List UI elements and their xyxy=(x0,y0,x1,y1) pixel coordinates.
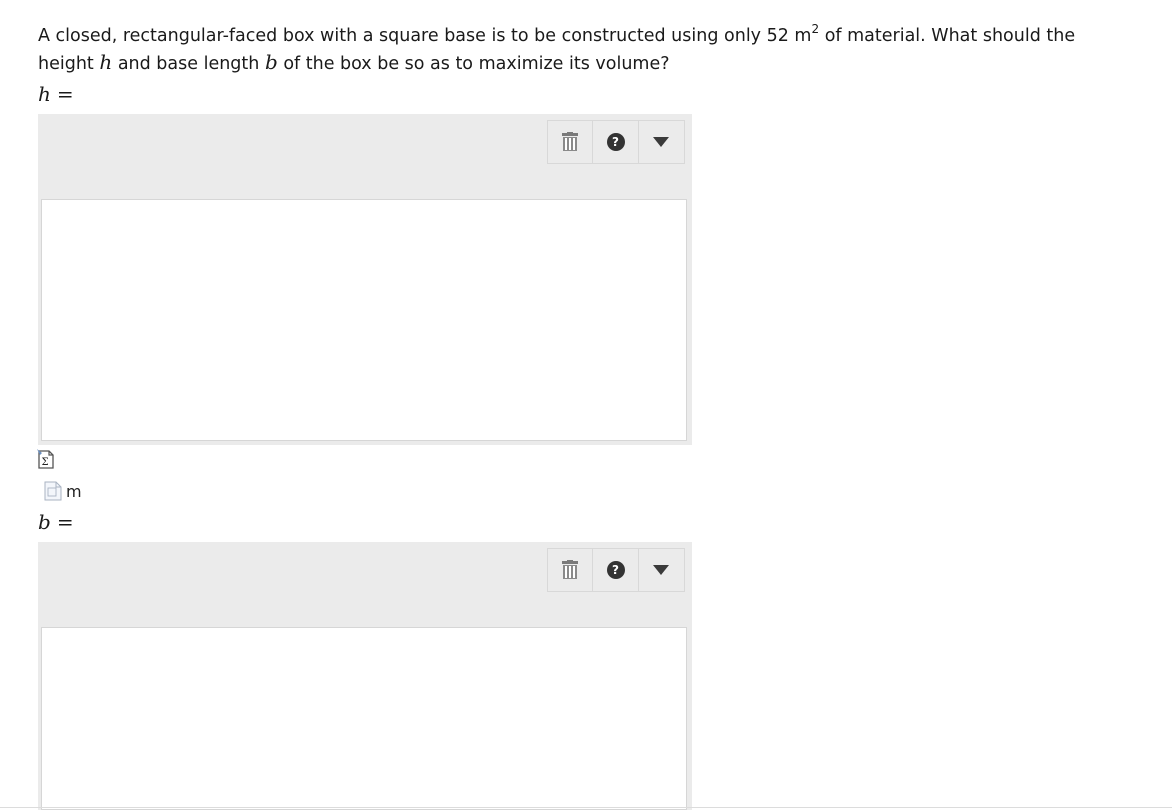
b-label: b = xyxy=(38,510,74,534)
h-answer-input[interactable] xyxy=(41,199,687,441)
b-answer-editor: ? xyxy=(38,542,692,810)
h-unit: m xyxy=(66,481,82,501)
question-part-3: and base length xyxy=(112,54,265,74)
b-variable: b xyxy=(38,510,51,534)
b-editor-toolbar: ? xyxy=(547,548,685,592)
question-text: A closed, rectangular-faced box with a s… xyxy=(38,23,1118,77)
superscript-2: 2 xyxy=(811,22,820,37)
bottom-divider xyxy=(0,807,1172,808)
h-delete-button[interactable] xyxy=(548,121,594,163)
b-equals: = xyxy=(56,510,74,534)
question-part-4: of the box be so as to maximize its volu… xyxy=(277,54,670,74)
h-editor-toolbar: ? xyxy=(547,120,685,164)
h-dropdown-button[interactable] xyxy=(639,121,684,163)
page: A closed, rectangular-faced box with a s… xyxy=(0,0,1172,810)
question-var-b: b xyxy=(264,50,278,74)
dropdown-arrow-icon xyxy=(653,565,670,575)
dropdown-arrow-icon xyxy=(653,137,670,147)
trash-icon xyxy=(562,132,579,151)
help-icon: ? xyxy=(606,133,625,151)
h-answer-editor: ? xyxy=(38,114,692,445)
b-help-button[interactable]: ? xyxy=(593,549,639,591)
help-icon: ? xyxy=(606,561,625,579)
h-unit-row: m xyxy=(44,481,82,501)
b-dropdown-button[interactable] xyxy=(639,549,684,591)
h-label: h = xyxy=(38,82,74,106)
b-delete-button[interactable] xyxy=(548,549,594,591)
h-help-button[interactable]: ? xyxy=(593,121,639,163)
question-part-1: A closed, rectangular-faced box with a s… xyxy=(38,26,812,46)
h-equals: = xyxy=(56,82,74,106)
svg-text:Σ: Σ xyxy=(42,457,49,468)
question-var-h: h xyxy=(99,50,113,74)
equation-editor-icon[interactable]: Σ xyxy=(37,448,55,470)
trash-icon xyxy=(562,560,579,579)
b-answer-input[interactable] xyxy=(41,627,687,810)
h-variable: h xyxy=(38,82,51,106)
document-icon[interactable] xyxy=(44,481,62,501)
